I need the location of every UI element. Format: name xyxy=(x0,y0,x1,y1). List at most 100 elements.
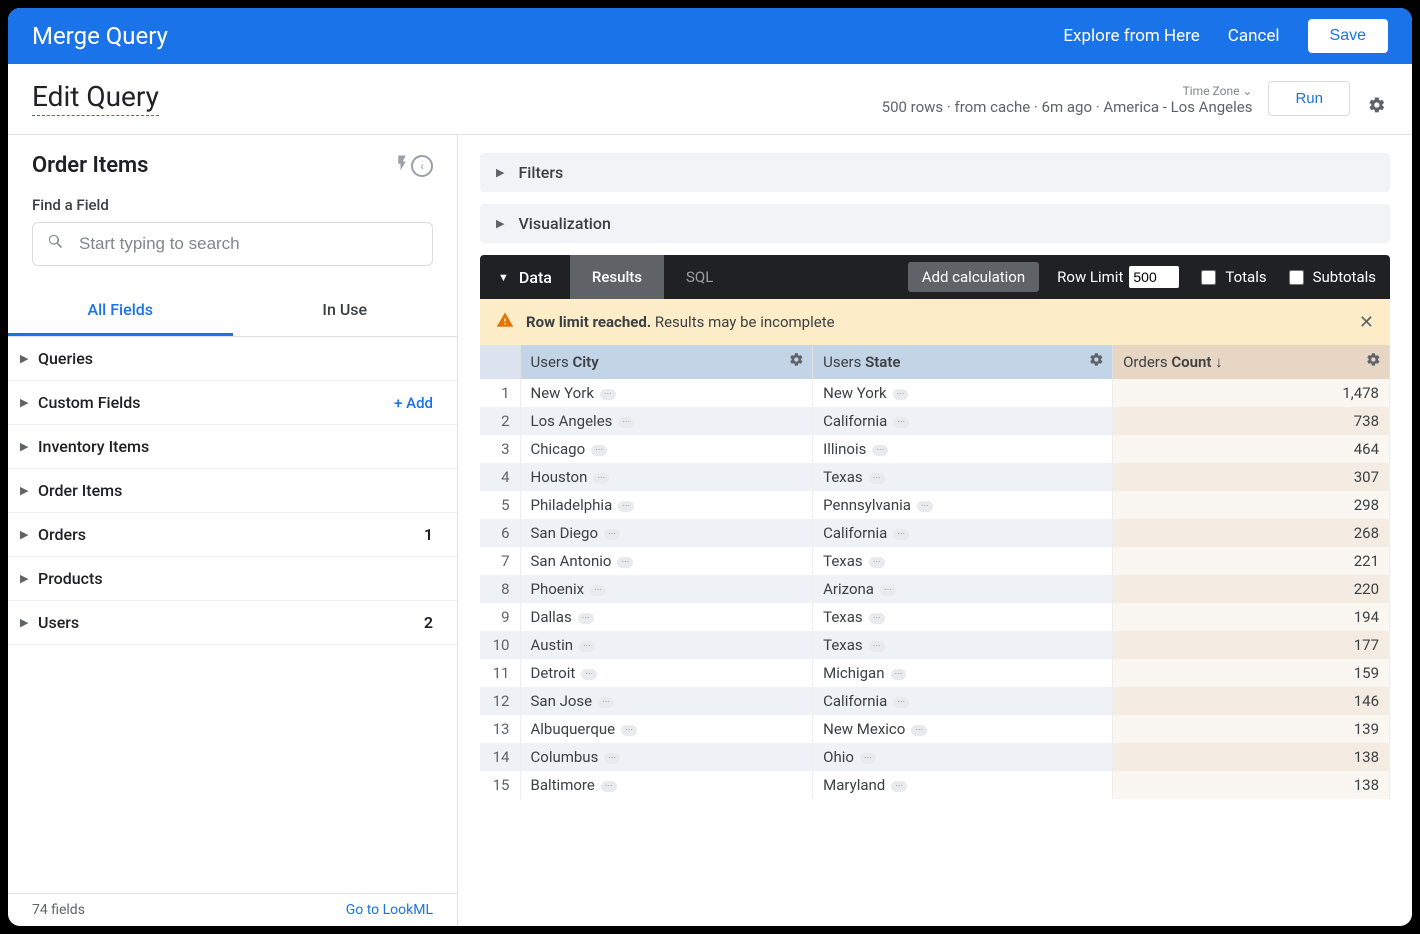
drill-pill-icon[interactable]: ··· xyxy=(604,529,620,540)
subtotals-checkbox[interactable]: Subtotals xyxy=(1285,267,1376,288)
cell-state[interactable]: New Mexico··· xyxy=(813,715,1113,743)
cell-city[interactable]: Austin··· xyxy=(520,631,813,659)
cell-count[interactable]: 1,478 xyxy=(1113,379,1390,407)
drill-pill-icon[interactable]: ··· xyxy=(617,557,633,568)
cell-city[interactable]: Houston··· xyxy=(520,463,813,491)
drill-pill-icon[interactable]: ··· xyxy=(891,669,907,680)
cell-state[interactable]: Texas··· xyxy=(813,603,1113,631)
drill-pill-icon[interactable]: ··· xyxy=(869,473,885,484)
cell-state[interactable]: Arizona··· xyxy=(813,575,1113,603)
data-tab[interactable]: ▼ Data xyxy=(480,255,570,299)
drill-pill-icon[interactable]: ··· xyxy=(869,613,885,624)
drill-pill-icon[interactable]: ··· xyxy=(893,529,909,540)
timezone-dropdown[interactable]: Time Zone xyxy=(882,84,1253,98)
drill-pill-icon[interactable]: ··· xyxy=(618,501,634,512)
cell-count[interactable]: 464 xyxy=(1113,435,1390,463)
drill-pill-icon[interactable]: ··· xyxy=(893,697,909,708)
page-title[interactable]: Edit Query xyxy=(32,80,159,116)
field-group[interactable]: ▶Order Items xyxy=(8,469,457,513)
drill-pill-icon[interactable]: ··· xyxy=(893,417,909,428)
cell-city[interactable]: San Antonio··· xyxy=(520,547,813,575)
field-group[interactable]: ▶Users2 xyxy=(8,601,457,645)
cell-city[interactable]: Detroit··· xyxy=(520,659,813,687)
sql-subtab[interactable]: SQL xyxy=(664,255,735,299)
drill-pill-icon[interactable]: ··· xyxy=(891,781,907,792)
tab-all-fields[interactable]: All Fields xyxy=(8,286,233,336)
column-gear-icon[interactable] xyxy=(789,352,804,371)
cell-city[interactable]: Baltimore··· xyxy=(520,771,813,799)
cell-count[interactable]: 138 xyxy=(1113,771,1390,799)
go-to-lookml-link[interactable]: Go to LookML xyxy=(346,902,433,918)
field-group[interactable]: ▶Inventory Items xyxy=(8,425,457,469)
row-limit-input[interactable] xyxy=(1129,266,1179,288)
drill-pill-icon[interactable]: ··· xyxy=(621,725,637,736)
cell-count[interactable]: 139 xyxy=(1113,715,1390,743)
cell-city[interactable]: Philadelphia··· xyxy=(520,491,813,519)
settings-gear-icon[interactable] xyxy=(1366,94,1388,116)
column-header-state[interactable]: Users State xyxy=(813,345,1113,379)
cell-count[interactable]: 738 xyxy=(1113,407,1390,435)
drill-pill-icon[interactable]: ··· xyxy=(600,389,616,400)
add-calculation-button[interactable]: Add calculation xyxy=(908,262,1039,292)
tab-in-use[interactable]: In Use xyxy=(233,286,458,336)
drill-pill-icon[interactable]: ··· xyxy=(578,613,594,624)
close-warning-icon[interactable]: ✕ xyxy=(1359,312,1374,333)
cell-count[interactable]: 138 xyxy=(1113,743,1390,771)
cell-city[interactable]: New York··· xyxy=(520,379,813,407)
cell-count[interactable]: 146 xyxy=(1113,687,1390,715)
drill-pill-icon[interactable]: ··· xyxy=(590,585,606,596)
cell-city[interactable]: San Diego··· xyxy=(520,519,813,547)
cell-state[interactable]: California··· xyxy=(813,519,1113,547)
cell-city[interactable]: Columbus··· xyxy=(520,743,813,771)
totals-checkbox-input[interactable] xyxy=(1201,270,1216,285)
column-header-city[interactable]: Users City xyxy=(520,345,813,379)
run-button[interactable]: Run xyxy=(1268,81,1350,116)
cell-city[interactable]: Chicago··· xyxy=(520,435,813,463)
drill-pill-icon[interactable]: ··· xyxy=(872,445,888,456)
cell-state[interactable]: California··· xyxy=(813,687,1113,715)
cell-city[interactable]: Los Angeles··· xyxy=(520,407,813,435)
drill-pill-icon[interactable]: ··· xyxy=(591,445,607,456)
cell-state[interactable]: Texas··· xyxy=(813,463,1113,491)
search-input[interactable] xyxy=(77,233,418,255)
cell-state[interactable]: California··· xyxy=(813,407,1113,435)
search-box[interactable] xyxy=(32,222,433,266)
column-gear-icon[interactable] xyxy=(1366,352,1381,371)
column-gear-icon[interactable] xyxy=(1089,352,1104,371)
drill-pill-icon[interactable]: ··· xyxy=(869,557,885,568)
cell-count[interactable]: 159 xyxy=(1113,659,1390,687)
drill-pill-icon[interactable]: ··· xyxy=(598,697,614,708)
filters-section[interactable]: ▶ Filters xyxy=(480,153,1390,192)
drill-pill-icon[interactable]: ··· xyxy=(880,585,896,596)
drill-pill-icon[interactable]: ··· xyxy=(593,473,609,484)
cell-state[interactable]: Texas··· xyxy=(813,631,1113,659)
cell-state[interactable]: Ohio··· xyxy=(813,743,1113,771)
cancel-link[interactable]: Cancel xyxy=(1228,26,1280,46)
drill-pill-icon[interactable]: ··· xyxy=(893,389,909,400)
cell-count[interactable]: 194 xyxy=(1113,603,1390,631)
cell-count[interactable]: 298 xyxy=(1113,491,1390,519)
field-group[interactable]: ▶Products xyxy=(8,557,457,601)
drill-pill-icon[interactable]: ··· xyxy=(917,501,933,512)
save-button[interactable]: Save xyxy=(1308,19,1388,53)
cell-count[interactable]: 268 xyxy=(1113,519,1390,547)
field-group[interactable]: ▶Orders1 xyxy=(8,513,457,557)
cell-state[interactable]: Texas··· xyxy=(813,547,1113,575)
drill-pill-icon[interactable]: ··· xyxy=(604,753,620,764)
visualization-section[interactable]: ▶ Visualization xyxy=(480,204,1390,243)
drill-pill-icon[interactable]: ··· xyxy=(911,725,927,736)
totals-checkbox[interactable]: Totals xyxy=(1197,267,1266,288)
cell-city[interactable]: Albuquerque··· xyxy=(520,715,813,743)
collapse-sidebar-icon[interactable]: ‹ xyxy=(411,155,433,177)
subtotals-checkbox-input[interactable] xyxy=(1289,270,1304,285)
cell-state[interactable]: Pennsylvania··· xyxy=(813,491,1113,519)
data-table-container[interactable]: Users City Users State Ord xyxy=(480,345,1390,926)
cell-count[interactable]: 221 xyxy=(1113,547,1390,575)
results-subtab[interactable]: Results xyxy=(570,255,664,299)
drill-pill-icon[interactable]: ··· xyxy=(601,781,617,792)
cell-count[interactable]: 307 xyxy=(1113,463,1390,491)
add-custom-field-link[interactable]: + Add xyxy=(394,394,433,412)
cell-state[interactable]: New York··· xyxy=(813,379,1113,407)
cell-state[interactable]: Michigan··· xyxy=(813,659,1113,687)
cell-count[interactable]: 177 xyxy=(1113,631,1390,659)
